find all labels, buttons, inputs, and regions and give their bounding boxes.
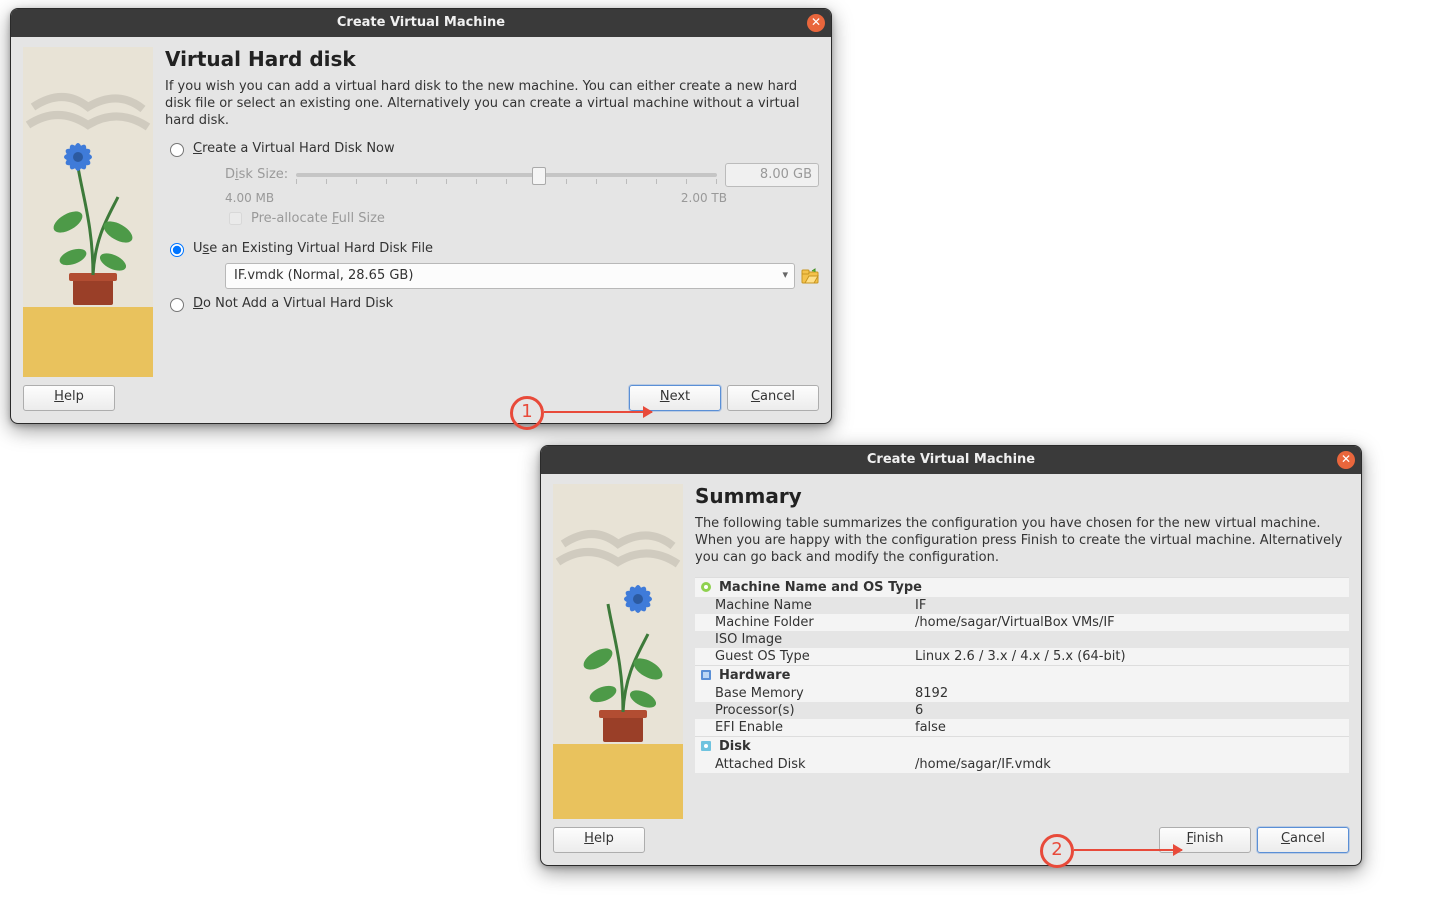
summary-table: Machine Name and OS Type Machine NameIF … <box>695 577 1349 773</box>
wizard-sidebar-art <box>553 484 683 819</box>
titlebar[interactable]: Create Virtual Machine ✕ <box>541 446 1361 474</box>
k-attached: Attached Disk <box>715 757 915 772</box>
next-label: ext <box>670 389 691 404</box>
radio-none-label: Do Not Add a Virtual Hard Disk <box>193 296 393 311</box>
v-proc: 6 <box>915 703 1345 718</box>
dialog-summary: Create Virtual Machine ✕ <box>540 445 1362 866</box>
page-title: Summary <box>695 484 1349 508</box>
range-min: 4.00 MB <box>225 191 274 205</box>
section-disk-header: Disk <box>719 739 751 754</box>
v-efi: false <box>915 720 1345 735</box>
cancel-button[interactable]: Cancel <box>727 385 819 411</box>
page-description: The following table summarizes the confi… <box>695 516 1349 567</box>
step-arrow-1 <box>544 411 652 413</box>
titlebar[interactable]: Create Virtual Machine ✕ <box>11 9 831 37</box>
step-annotation-2: 2 <box>1040 834 1074 868</box>
radio-create-label: reate a Virtual Hard Disk Now <box>202 141 395 156</box>
section-hardware: Hardware <box>695 665 1349 685</box>
disk-size-value[interactable]: 8.00 GB <box>725 163 819 187</box>
v-attached: /home/sagar/IF.vmdk <box>915 757 1345 772</box>
gear-icon <box>699 580 713 594</box>
disk-size-label: Disk Size: <box>225 167 288 182</box>
page-description: If you wish you can add a virtual hard d… <box>165 79 819 130</box>
browse-icon[interactable] <box>801 267 819 285</box>
window-title: Create Virtual Machine <box>337 15 505 30</box>
close-icon[interactable]: ✕ <box>807 14 825 32</box>
section-hardware-header: Hardware <box>719 668 790 683</box>
existing-disk-combo[interactable]: IF.vmdk (Normal, 28.65 GB) <box>225 263 795 289</box>
step-annotation-1: 1 <box>510 396 544 430</box>
help-button[interactable]: Help <box>23 385 115 411</box>
dialog-hard-disk: Create Virtual Machine ✕ <box>10 8 832 424</box>
radio-no-disk[interactable]: Do Not Add a Virtual Hard Disk <box>165 295 819 312</box>
v-iso <box>915 632 1345 647</box>
k-memory: Base Memory <box>715 686 915 701</box>
wizard-sidebar-art <box>23 47 153 377</box>
finish-label: inish <box>1193 831 1223 846</box>
help-label: elp <box>594 831 614 846</box>
radio-use-existing[interactable]: Use an Existing Virtual Hard Disk File <box>165 240 819 257</box>
cancel-label: ancel <box>1290 831 1325 846</box>
window-title: Create Virtual Machine <box>867 452 1035 467</box>
checkbox-preallocate[interactable]: Pre-allocate Full Size <box>225 209 819 228</box>
section-machine-header: Machine Name and OS Type <box>719 580 922 595</box>
k-efi: EFI Enable <box>715 720 915 735</box>
k-machine-folder: Machine Folder <box>715 615 915 630</box>
v-guest-os: Linux 2.6 / 3.x / 4.x / 5.x (64-bit) <box>915 649 1345 664</box>
disk-icon <box>699 739 713 753</box>
preallocate-label: Pre-allocate Full Size <box>251 211 385 226</box>
radio-existing-label: Use an Existing Virtual Hard Disk File <box>193 241 433 256</box>
v-machine-name: IF <box>915 598 1345 613</box>
range-max: 2.00 TB <box>681 191 727 205</box>
close-icon[interactable]: ✕ <box>1337 451 1355 469</box>
k-guest-os: Guest OS Type <box>715 649 915 664</box>
cancel-button[interactable]: Cancel <box>1257 827 1349 853</box>
step-arrow-2 <box>1074 849 1182 851</box>
page-title: Virtual Hard disk <box>165 47 819 71</box>
v-machine-folder: /home/sagar/VirtualBox VMs/IF <box>915 615 1345 630</box>
k-proc: Processor(s) <box>715 703 915 718</box>
disk-size-slider[interactable] <box>296 165 717 185</box>
k-iso: ISO Image <box>715 632 915 647</box>
help-button[interactable]: Help <box>553 827 645 853</box>
v-memory: 8192 <box>915 686 1345 701</box>
help-label: elp <box>64 389 84 404</box>
chip-icon <box>699 668 713 682</box>
existing-disk-value: IF.vmdk (Normal, 28.65 GB) <box>234 268 413 283</box>
k-machine-name: Machine Name <box>715 598 915 613</box>
radio-create-disk[interactable]: Create a Virtual Hard Disk Now <box>165 140 819 157</box>
section-machine: Machine Name and OS Type <box>695 577 1349 597</box>
section-disk: Disk <box>695 736 1349 756</box>
cancel-label: ancel <box>760 389 795 404</box>
